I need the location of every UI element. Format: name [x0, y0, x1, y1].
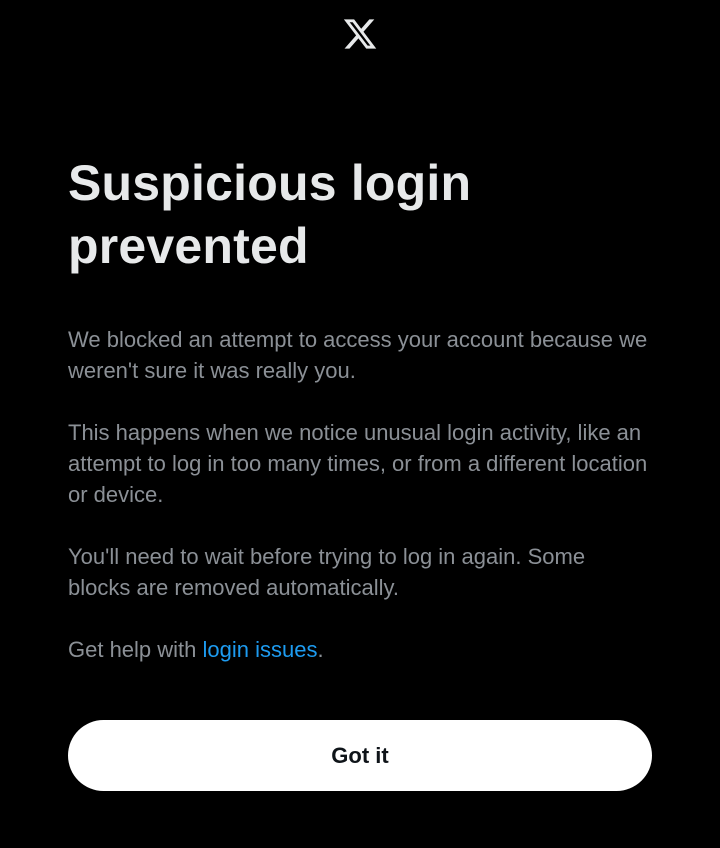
page-title: Suspicious login prevented — [68, 155, 472, 274]
help-suffix: . — [317, 637, 324, 662]
x-logo-icon — [341, 16, 379, 52]
help-prefix: Get help with — [68, 637, 203, 662]
reason-text: This happens when we notice unusual logi… — [68, 420, 648, 507]
main-content: Suspicious login prevented We blocked an… — [68, 152, 652, 665]
wait-text: You'll need to wait before trying to log… — [68, 544, 586, 600]
login-issues-link[interactable]: login issues — [203, 637, 318, 662]
explanation-text: We blocked an attempt to access your acc… — [68, 327, 648, 383]
help-text: Get help with login issues. — [68, 634, 652, 665]
got-it-button[interactable]: Got it — [68, 720, 652, 791]
